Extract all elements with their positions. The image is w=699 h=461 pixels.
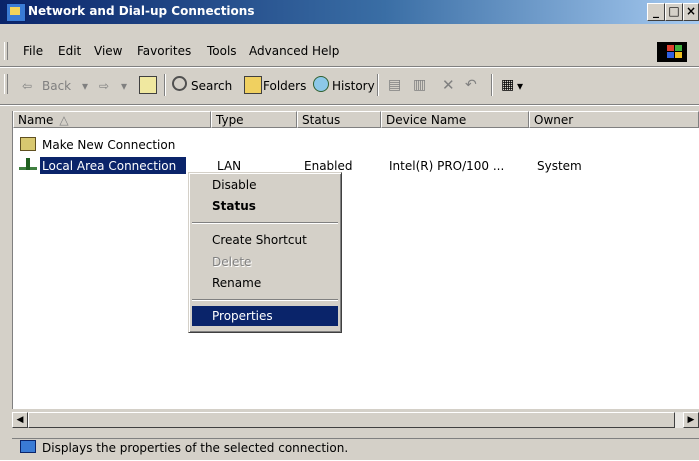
history-icon[interactable] xyxy=(313,76,329,92)
maximize-button[interactable]: □ xyxy=(665,3,683,21)
list-item-owner: System xyxy=(537,159,582,173)
back-button[interactable]: Back xyxy=(42,79,71,93)
toolbar-separator xyxy=(491,74,493,96)
minimize-button[interactable]: _ xyxy=(647,3,665,21)
views-icon[interactable]: ▦ xyxy=(501,77,514,93)
move-to-icon[interactable]: ▤ xyxy=(388,77,401,93)
menu-item-create-shortcut[interactable]: Create Shortcut xyxy=(192,230,338,250)
back-dropdown-icon[interactable]: ▾ xyxy=(82,79,88,93)
list-item-name[interactable]: Local Area Connection xyxy=(42,159,176,173)
toolbar-separator xyxy=(164,74,166,96)
new-connection-icon[interactable] xyxy=(20,137,36,151)
scroll-right-button[interactable]: ▶ xyxy=(683,412,699,428)
menu-favorites[interactable]: Favorites xyxy=(137,44,191,58)
toolbar-separator xyxy=(377,74,379,96)
column-header-status[interactable]: Status xyxy=(297,111,381,128)
menu-separator xyxy=(192,222,338,224)
column-header-type[interactable]: Type xyxy=(211,111,297,128)
menu-separator xyxy=(192,299,338,301)
menubar-grip xyxy=(4,42,8,60)
search-button[interactable]: Search xyxy=(191,79,232,93)
up-folder-icon[interactable] xyxy=(139,76,157,94)
delete-icon[interactable]: ✕ xyxy=(442,76,455,94)
back-arrow-icon: ⇦ xyxy=(22,79,33,93)
menu-item-rename[interactable]: Rename xyxy=(192,273,338,293)
toolbar-divider xyxy=(0,66,699,68)
menu-item-disable[interactable]: Disable xyxy=(192,175,338,195)
history-button[interactable]: History xyxy=(332,79,375,93)
scroll-thumb[interactable] xyxy=(28,412,675,428)
views-dropdown-icon[interactable]: ▾ xyxy=(517,79,523,93)
folders-button[interactable]: Folders xyxy=(263,79,306,93)
menu-view[interactable]: View xyxy=(94,44,122,58)
menu-help[interactable]: Help xyxy=(312,44,339,58)
menu-edit[interactable]: Edit xyxy=(58,44,81,58)
list-item-status: Enabled xyxy=(304,159,353,173)
close-button[interactable]: × xyxy=(683,3,699,21)
sort-ascending-icon: △ xyxy=(59,113,69,127)
column-header-name[interactable]: Name △ xyxy=(13,111,211,128)
network-folder-icon[interactable] xyxy=(6,3,26,22)
toolbar-bottom-divider xyxy=(0,104,699,106)
toolbar-grip xyxy=(4,74,8,94)
menu-item-delete[interactable]: Delete xyxy=(192,252,338,272)
windows-logo-icon xyxy=(657,42,687,62)
forward-dropdown-icon[interactable]: ▾ xyxy=(121,79,127,93)
lan-connection-icon[interactable] xyxy=(19,158,37,174)
connections-list[interactable] xyxy=(12,111,699,409)
menu-advanced[interactable]: Advanced xyxy=(249,44,308,58)
status-text: Displays the properties of the selected … xyxy=(42,441,349,455)
scroll-left-button[interactable]: ◀ xyxy=(12,412,28,428)
menu-file[interactable]: File xyxy=(23,44,43,58)
list-item-type: LAN xyxy=(217,159,242,173)
list-item-device: Intel(R) PRO/100 ... xyxy=(389,159,505,173)
status-connection-icon xyxy=(20,440,36,453)
menu-item-properties[interactable]: Properties xyxy=(192,306,338,326)
search-icon[interactable] xyxy=(172,76,187,91)
menu-item-status[interactable]: Status xyxy=(192,196,338,216)
menu-tools[interactable]: Tools xyxy=(207,44,237,58)
undo-icon[interactable]: ↶ xyxy=(465,77,477,93)
forward-button[interactable]: ⇨ xyxy=(99,79,109,93)
folders-icon[interactable] xyxy=(244,76,262,94)
column-header-device-name[interactable]: Device Name xyxy=(381,111,529,128)
copy-to-icon[interactable]: ▥ xyxy=(413,77,426,93)
column-header-owner[interactable]: Owner xyxy=(529,111,699,128)
window-title: Network and Dial-up Connections xyxy=(28,4,255,18)
list-item-name[interactable]: Make New Connection xyxy=(42,138,175,152)
